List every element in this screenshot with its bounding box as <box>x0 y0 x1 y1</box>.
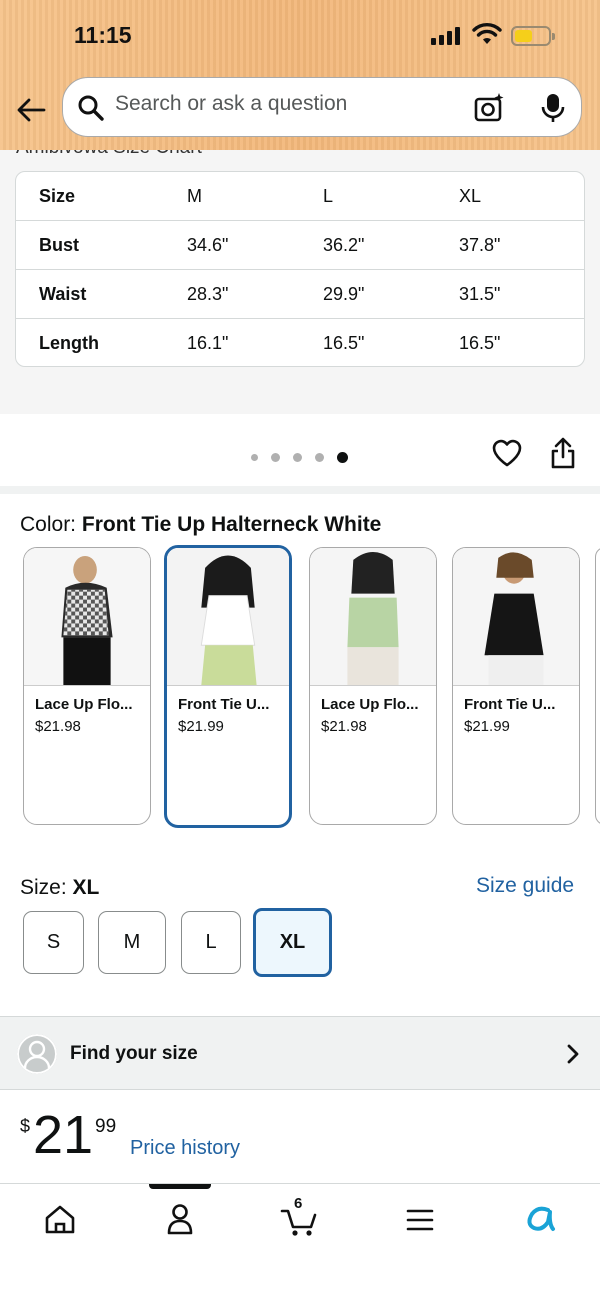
column-header: Size <box>39 186 76 206</box>
size-chart-table: Size M L XL Bust 34.6" 36.2" 37.8" Waist… <box>15 171 585 367</box>
color-variant-card-partial[interactable] <box>595 547 600 825</box>
row-label: Waist <box>39 284 87 304</box>
section-divider <box>0 486 600 494</box>
selected-color-name: Front Tie Up Halterneck White <box>81 513 382 536</box>
variant-name: Front Tie U... <box>178 696 270 713</box>
variant-name: Front Tie U... <box>464 696 556 713</box>
search-icon <box>78 95 104 121</box>
microphone-icon[interactable] <box>539 92 567 124</box>
variant-price: $21.99 <box>464 718 510 735</box>
carousel-pagination[interactable] <box>251 452 348 463</box>
column-header: XL <box>459 186 482 206</box>
menu-icon[interactable] <box>398 1198 442 1242</box>
image-carousel-controls <box>0 414 600 486</box>
cellular-signal-icon <box>431 27 460 45</box>
table-cell: 16.5" <box>459 333 501 353</box>
carousel-dot[interactable] <box>271 453 280 462</box>
back-arrow-icon[interactable] <box>14 92 50 128</box>
table-row: Bust 34.6" 36.2" 37.8" <box>16 221 584 270</box>
size-option-s[interactable]: S <box>23 911 84 974</box>
heart-icon[interactable] <box>491 438 523 468</box>
color-variant-card-selected[interactable]: Front Tie U... $21.99 <box>164 545 292 828</box>
variant-price: $21.98 <box>321 718 367 735</box>
find-your-size-label: Find your size <box>70 1043 198 1064</box>
variant-price: $21.98 <box>35 718 81 735</box>
size-option-l[interactable]: L <box>181 911 241 974</box>
size-option-m[interactable]: M <box>98 911 166 974</box>
size-option-xl-selected[interactable]: XL <box>253 908 332 977</box>
carousel-dot[interactable] <box>251 454 258 461</box>
variant-name: Lace Up Flo... <box>321 696 419 713</box>
selected-size: XL <box>72 876 100 899</box>
price-fraction: 99 <box>95 1116 117 1137</box>
rufus-ai-icon[interactable] <box>518 1198 562 1242</box>
camera-lens-icon[interactable] <box>473 91 507 125</box>
price-history-link[interactable]: Price history <box>130 1137 240 1160</box>
size-guide-link[interactable]: Size guide <box>476 874 574 898</box>
table-row: Length 16.1" 16.5" 16.5" <box>16 319 584 366</box>
variant-thumbnail <box>453 548 579 686</box>
variant-thumbnail <box>310 548 436 686</box>
table-cell: 37.8" <box>459 235 501 255</box>
size-chart-caption: Amiblvowa Size Chart <box>16 150 202 159</box>
size-label: Size: XL <box>20 876 99 900</box>
active-tab-indicator <box>149 1184 211 1189</box>
size-chart-section: Amiblvowa Size Chart Size M L XL Bust 34… <box>0 150 600 414</box>
carousel-dot-active[interactable] <box>337 452 348 463</box>
column-header: L <box>323 186 334 206</box>
variant-thumbnail <box>167 548 289 686</box>
table-cell: 28.3" <box>187 284 229 304</box>
variant-price: $21.99 <box>178 718 224 735</box>
table-cell: 31.5" <box>459 284 501 304</box>
status-time: 11:15 <box>74 22 132 48</box>
avatar-icon <box>17 1034 57 1074</box>
color-variant-card[interactable]: Front Tie U... $21.99 <box>452 547 580 825</box>
carousel-dot[interactable] <box>315 453 324 462</box>
battery-icon <box>511 26 555 46</box>
bottom-navigation: 6 <box>0 1183 600 1298</box>
home-icon[interactable] <box>38 1198 82 1242</box>
color-label: Color: Front Tie Up Halterneck White <box>20 513 381 537</box>
status-bar: 11:15 <box>0 0 600 70</box>
carousel-dot[interactable] <box>293 453 302 462</box>
table-cell: 16.1" <box>187 333 229 353</box>
row-label: Length <box>39 333 99 353</box>
table-row: Waist 28.3" 29.9" 31.5" <box>16 270 584 319</box>
cart-count-badge: 6 <box>294 1195 303 1212</box>
search-bar[interactable] <box>62 77 582 137</box>
cart-button[interactable]: 6 <box>278 1195 322 1242</box>
color-label-prefix: Color: <box>20 513 77 536</box>
variant-thumbnail <box>24 548 150 686</box>
chevron-right-icon <box>567 1044 579 1064</box>
variant-name: Lace Up Flo... <box>35 696 133 713</box>
wifi-icon <box>472 23 502 44</box>
color-variant-card[interactable]: Lace Up Flo... $21.98 <box>23 547 151 825</box>
account-icon[interactable] <box>158 1198 202 1242</box>
price-currency: $ <box>20 1116 31 1136</box>
price-whole: 21 <box>33 1105 94 1165</box>
table-cell: 36.2" <box>323 235 365 255</box>
find-your-size-row[interactable]: Find your size <box>0 1016 600 1090</box>
table-header-row: Size M L XL <box>16 172 584 221</box>
color-variant-card[interactable]: Lace Up Flo... $21.98 <box>309 547 437 825</box>
row-label: Bust <box>39 235 79 255</box>
size-label-prefix: Size: <box>20 876 67 899</box>
column-header: M <box>187 186 202 206</box>
share-icon[interactable] <box>549 436 577 470</box>
table-cell: 34.6" <box>187 235 229 255</box>
search-input[interactable] <box>115 92 465 116</box>
table-cell: 29.9" <box>323 284 365 304</box>
table-cell: 16.5" <box>323 333 365 353</box>
